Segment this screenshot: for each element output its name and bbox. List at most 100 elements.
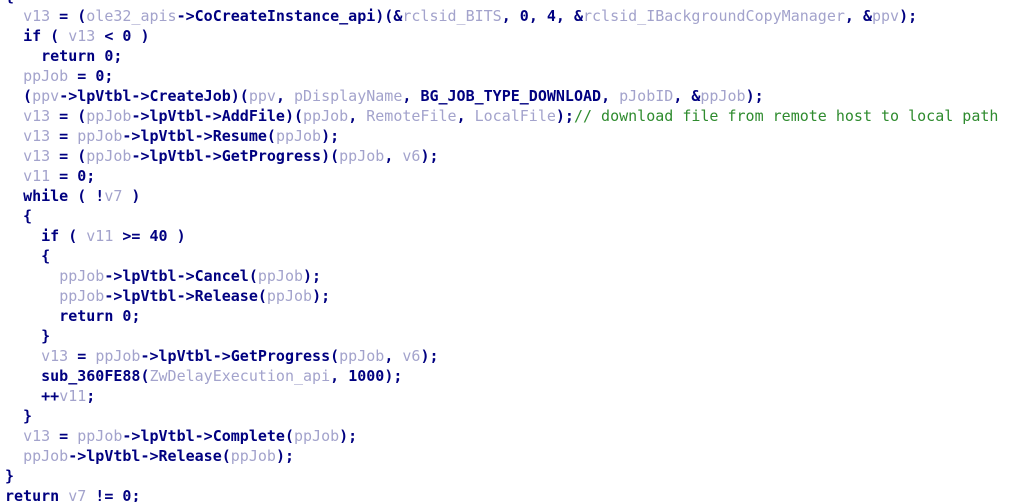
code-line[interactable]: } <box>5 466 1028 486</box>
code-token: ppJob <box>700 87 746 105</box>
code-token: ->lpVtbl->Release( <box>68 447 231 465</box>
code-line[interactable]: v13 = (ppJob->lpVtbl->AddFile)(ppJob, Re… <box>5 106 1028 126</box>
code-token: if <box>41 227 60 245</box>
code-token: ppJob <box>275 127 322 145</box>
code-token: = <box>50 427 78 445</box>
code-line[interactable]: ++v11; <box>5 386 1028 406</box>
code-line[interactable]: return 0; <box>5 306 1028 326</box>
code-line[interactable]: ppJob = 0; <box>5 66 1028 86</box>
code-line[interactable]: if ( v11 >= 40 ) <box>5 226 1028 246</box>
code-listing[interactable]: { v13 = (ole32_apis->CoCreateInstance_ap… <box>0 0 1028 502</box>
code-line[interactable]: } <box>5 326 1028 346</box>
code-token: , <box>275 87 294 105</box>
code-token: v11 <box>23 167 51 185</box>
code-token: RemoteFile <box>366 107 457 125</box>
code-token: v11 <box>59 387 87 405</box>
code-token: ppJob <box>230 447 276 465</box>
code-line[interactable]: } <box>5 406 1028 426</box>
code-token: 0 <box>519 7 529 25</box>
code-line[interactable]: ppJob->lpVtbl->Cancel(ppJob); <box>5 266 1028 286</box>
code-token: != <box>86 487 123 502</box>
code-token: return <box>5 487 60 502</box>
code-line[interactable]: v13 = (ppJob->lpVtbl->GetProgress)(ppJob… <box>5 146 1028 166</box>
code-line[interactable]: if ( v13 < 0 ) <box>5 26 1028 46</box>
code-line[interactable]: v13 = (ole32_apis->CoCreateInstance_api)… <box>5 6 1028 26</box>
code-line[interactable]: { <box>5 246 1028 266</box>
code-line[interactable]: v13 = ppJob->lpVtbl->Complete(ppJob); <box>5 426 1028 446</box>
code-token: rclsid_BITS <box>402 7 502 25</box>
code-token: 1000 <box>348 367 385 385</box>
code-token: , <box>402 87 421 105</box>
code-token: { <box>5 247 51 265</box>
code-token: ->lpVtbl->GetProgress( <box>140 347 340 365</box>
code-token: ) <box>131 27 150 45</box>
code-token: v13 <box>41 347 69 365</box>
code-token: , <box>528 7 547 25</box>
code-token: ZwDelayExecution_api <box>149 367 331 385</box>
code-token: ); <box>555 107 574 125</box>
code-token: v13 <box>68 27 96 45</box>
code-token: ); <box>420 147 439 165</box>
code-token: ); <box>339 427 358 445</box>
code-line[interactable]: v11 = 0; <box>5 166 1028 186</box>
code-token: ; <box>86 167 96 185</box>
code-token: ->lpVtbl->Release( <box>104 287 267 305</box>
code-token: v13 <box>23 127 51 145</box>
code-token: return <box>41 47 96 65</box>
code-token: ; <box>113 47 123 65</box>
code-token: , <box>456 107 475 125</box>
code-token: v7 <box>104 187 123 205</box>
pseudocode-view[interactable]: { v13 = (ole32_apis->CoCreateInstance_ap… <box>0 0 1028 502</box>
code-token: , <box>384 347 403 365</box>
code-line[interactable]: return 0; <box>5 46 1028 66</box>
code-token: v13 <box>23 7 51 25</box>
code-token: v6 <box>402 347 421 365</box>
code-token: ppv <box>872 7 900 25</box>
code-token: = ( <box>50 147 87 165</box>
code-token: ppJob <box>77 427 123 445</box>
code-token: } <box>5 407 33 425</box>
code-line[interactable]: ppJob->lpVtbl->Release(ppJob); <box>5 286 1028 306</box>
code-line[interactable]: ppJob->lpVtbl->Release(ppJob); <box>5 446 1028 466</box>
code-token: rclsid_IBackgroundCopyManager <box>583 7 845 25</box>
code-token: ( ! <box>68 187 105 205</box>
code-line[interactable]: return v7 != 0; <box>5 486 1028 502</box>
code-token: , & <box>673 87 701 105</box>
code-token: ; <box>104 67 114 85</box>
code-line[interactable]: while ( !v7 ) <box>5 186 1028 206</box>
code-token: , <box>601 87 620 105</box>
code-token: ppJob <box>257 267 304 285</box>
code-token: pJobID <box>619 87 674 105</box>
code-token: ppJob <box>266 287 313 305</box>
code-token: ++ <box>5 387 60 405</box>
code-line[interactable]: { <box>5 206 1028 226</box>
code-token: = <box>68 347 96 365</box>
code-line[interactable]: (ppv->lpVtbl->CreateJob)(ppv, pDisplayNa… <box>5 86 1028 106</box>
code-token: ppJob <box>23 447 69 465</box>
code-token: v11 <box>86 227 114 245</box>
code-token: ; <box>131 487 141 502</box>
code-token: , & <box>844 7 872 25</box>
code-line[interactable]: v13 = ppJob->lpVtbl->Resume(ppJob); <box>5 126 1028 146</box>
code-line[interactable]: v13 = ppJob->lpVtbl->GetProgress(ppJob, … <box>5 346 1028 366</box>
code-token: ->lpVtbl->AddFile)( <box>131 107 304 125</box>
code-token: >= <box>113 227 150 245</box>
code-token: ; <box>86 387 96 405</box>
code-token: v6 <box>402 147 421 165</box>
code-line[interactable]: sub_360FE88(ZwDelayExecution_api, 1000); <box>5 366 1028 386</box>
code-token: ( <box>140 367 150 385</box>
code-token: ppJob <box>86 147 132 165</box>
code-token: ( <box>41 27 69 45</box>
code-token: ); <box>899 7 918 25</box>
